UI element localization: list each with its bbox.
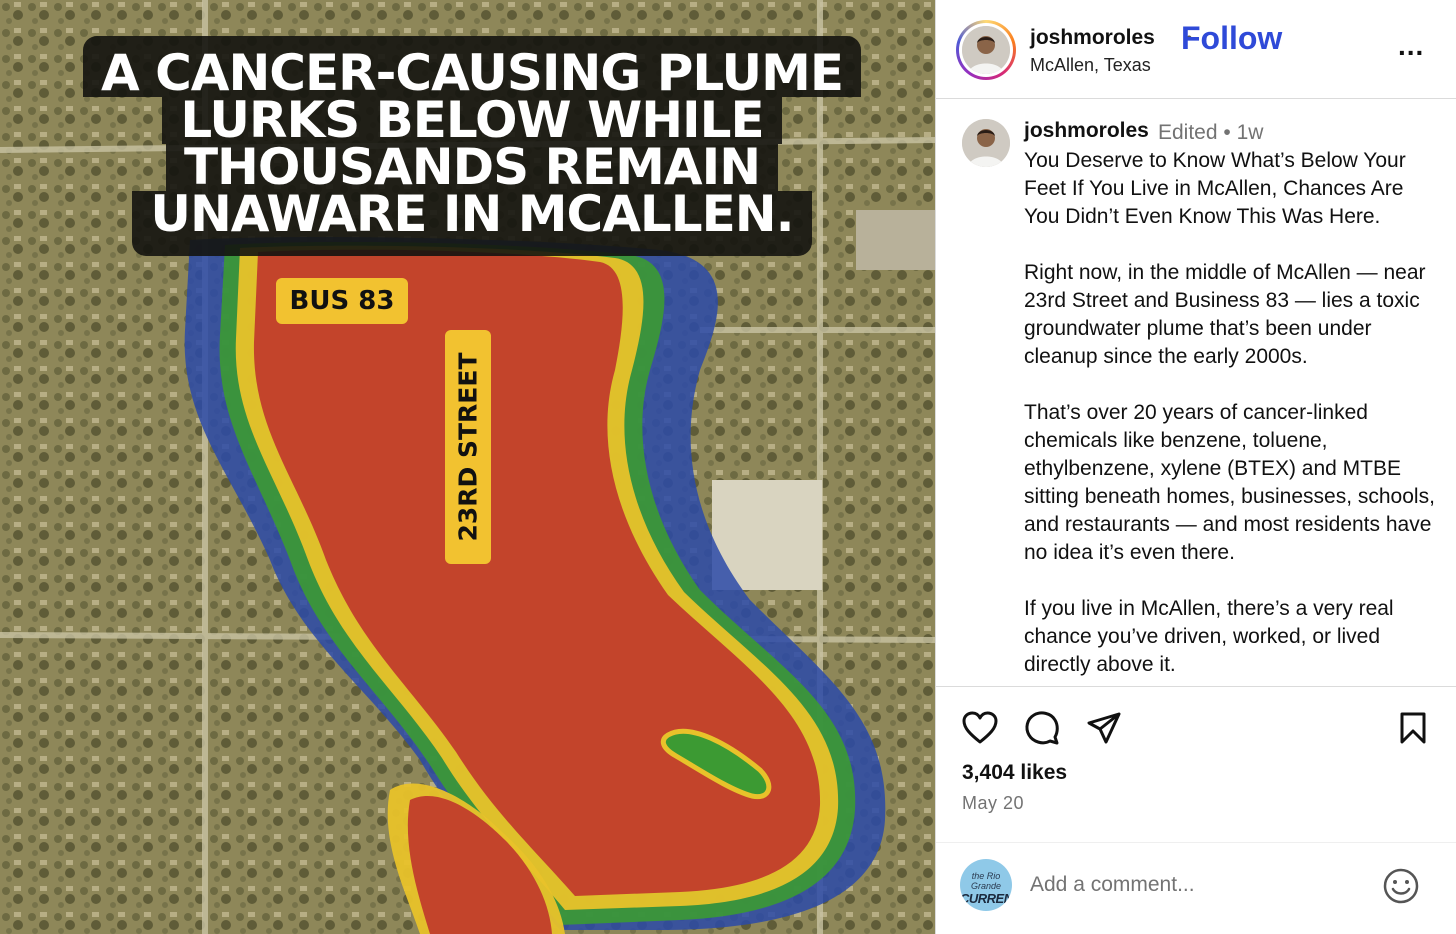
- caption: joshmoroles Edited • 1w You Deserve to K…: [936, 99, 1456, 687]
- post-sidebar: joshmoroles • Follow McAllen, Texas ... …: [936, 0, 1456, 934]
- avatar[interactable]: [962, 26, 1010, 74]
- caption-text: You Deserve to Know What’s Below Your Fe…: [1024, 147, 1444, 679]
- username[interactable]: joshmoroles: [1030, 26, 1155, 50]
- likes-count[interactable]: 3,404 likes: [962, 761, 1067, 785]
- bookmark-icon[interactable]: [1398, 711, 1428, 745]
- follow-button[interactable]: Follow: [1181, 20, 1282, 57]
- caption-avatar-portrait: [962, 119, 1010, 167]
- location-link[interactable]: McAllen, Texas: [1030, 55, 1151, 76]
- commenter-avatar[interactable]: the Rio Grande CURRENT: [960, 859, 1012, 911]
- caption-paragraph: You Deserve to Know What’s Below Your Fe…: [1024, 149, 1406, 228]
- commenter-avatar-top: the Rio Grande: [970, 871, 1002, 891]
- ring-gap: [959, 23, 1013, 77]
- heart-icon[interactable]: [962, 711, 998, 745]
- street-label: 23RD STREET: [445, 330, 491, 564]
- post-header: joshmoroles • Follow McAllen, Texas ...: [936, 0, 1456, 99]
- emoji-icon[interactable]: [1382, 867, 1420, 905]
- share-icon[interactable]: [1086, 711, 1122, 745]
- caption-paragraph: If you live in McAllen, there’s a very r…: [1024, 597, 1394, 676]
- post-date[interactable]: May 20: [962, 793, 1024, 814]
- caption-avatar[interactable]: [962, 119, 1010, 167]
- caption-username[interactable]: joshmoroles: [1024, 119, 1149, 143]
- avatar-portrait: [962, 26, 1010, 74]
- bus-83-label: BUS 83: [276, 278, 408, 324]
- comment-input[interactable]: [1030, 873, 1360, 897]
- caption-paragraph: Right now, in the middle of McAllen — ne…: [1024, 261, 1426, 368]
- caption-paragraph: That’s over 20 years of cancer-linked ch…: [1024, 401, 1435, 564]
- caption-meta: Edited • 1w: [1158, 121, 1264, 144]
- more-icon[interactable]: ...: [1398, 30, 1424, 62]
- post-image[interactable]: A CANCER-CAUSING PLUME LURKS BELOW WHILE…: [0, 0, 936, 934]
- building: [856, 210, 935, 270]
- comment-icon[interactable]: [1024, 710, 1060, 746]
- comment-bar: the Rio Grande CURRENT: [936, 842, 1456, 934]
- commenter-avatar-logo: CURRENT: [960, 891, 1012, 906]
- street-label-text: 23RD STREET: [453, 352, 483, 542]
- story-ring[interactable]: [956, 20, 1016, 80]
